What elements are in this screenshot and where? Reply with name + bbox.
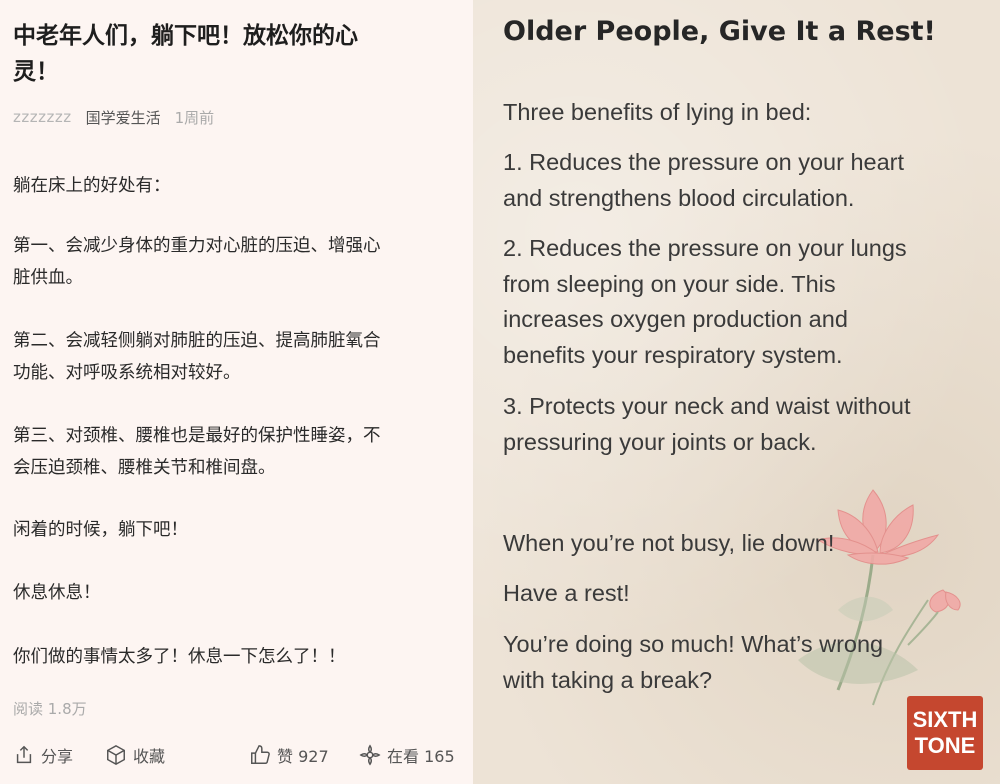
flower-icon — [359, 744, 381, 766]
closing-line-part: with taking a break? — [503, 666, 713, 693]
paragraph: 第三、对颈椎、腰椎也是最好的保护性睡姿，不 会压迫颈椎、腰椎关节和椎间盘。 — [13, 420, 463, 484]
publish-time: 1周前 — [174, 108, 215, 127]
benefit-line: 2. Reduces the pressure on your lungs — [503, 235, 907, 261]
favorite-label: 收藏 — [133, 747, 166, 766]
benefit-line: and strengthens blood circulation. — [503, 184, 855, 211]
benefit-item: 1. Reduces the pressure on your heart an… — [503, 145, 973, 216]
watching-label: 在看 165 — [387, 747, 455, 766]
benefit-item: 3. Protects your neck and waist without … — [503, 389, 973, 460]
read-count: 阅读 1.8万 — [13, 700, 87, 718]
poster-title: Older People, Give It a Rest! — [503, 16, 936, 47]
paragraph: 休息休息！ — [13, 577, 463, 609]
article-meta: zzzzzzz 国学爱生活 1周前 — [13, 106, 214, 128]
logo-text: SIXTH — [912, 707, 978, 732]
paragraph-line: 第三、对颈椎、腰椎也是最好的保护性睡姿，不 — [13, 426, 381, 446]
paragraph-line: 躺在床上的好处有： — [13, 176, 171, 196]
article-title-line: 中老年人们，躺下吧！放松你的心 — [13, 23, 358, 49]
paragraph-line: 休息休息！ — [13, 583, 101, 603]
paragraph: 躺在床上的好处有： — [13, 170, 463, 202]
benefit-line: pressuring your joints or back. — [503, 428, 817, 455]
article-title: 中老年人们，躺下吧！放松你的心 灵！ — [13, 18, 433, 90]
benefit-item: 2. Reduces the pressure on your lungs fr… — [503, 231, 973, 373]
benefit-line: from sleeping on your side. This — [503, 270, 836, 297]
share-icon — [16, 745, 32, 764]
benefit-line: 3. Protects your neck and waist without — [503, 393, 911, 419]
thumbs-up-icon — [251, 745, 270, 764]
paragraph-line: 第二、会减轻侧躺对肺脏的压迫、提高肺脏氧合 — [13, 331, 381, 351]
logo-text: TONE — [914, 733, 976, 758]
paragraph: 闲着的时候，躺下吧！ — [13, 514, 463, 546]
watching-button[interactable]: 在看 165 — [359, 740, 455, 770]
share-button[interactable]: 分享 — [13, 740, 73, 770]
like-button[interactable]: 赞 927 — [249, 740, 329, 770]
article-panel: 中老年人们，躺下吧！放松你的心 灵！ zzzzzzz 国学爱生活 1周前 躺在床… — [0, 0, 473, 784]
benefit-line: benefits your respiratory system. — [503, 341, 843, 368]
paragraph: 第二、会减轻侧躺对肺脏的压迫、提高肺脏氧合 功能、对呼吸系统相对较好。 — [13, 325, 463, 389]
closing-line: You’re doing so much! What’s wrong with … — [503, 627, 973, 698]
paragraph-line: 功能、对呼吸系统相对较好。 — [13, 363, 241, 383]
paragraph: 你们做的事情太多了！休息一下怎么了！！ — [13, 641, 463, 673]
article-title-line: 灵！ — [13, 59, 59, 85]
favorite-button[interactable]: 收藏 — [105, 740, 165, 770]
action-bar: 分享 收藏 赞 927 在看 165 — [13, 740, 463, 770]
paragraph: 第一、会减少身体的重力对心脏的压迫、增强心 脏供血。 — [13, 230, 463, 294]
poster-intro: Three benefits of lying in bed: — [503, 99, 812, 125]
paragraph-line: 你们做的事情太多了！休息一下怎么了！！ — [13, 647, 346, 667]
sixth-tone-logo: SIXTH TONE — [907, 696, 983, 770]
like-label: 赞 927 — [277, 747, 329, 766]
closing-line: When you’re not busy, lie down! — [503, 530, 835, 556]
share-label: 分享 — [41, 747, 74, 766]
benefit-line: 1. Reduces the pressure on your heart — [503, 149, 905, 175]
cube-icon — [107, 744, 125, 766]
closing-line: Have a rest! — [503, 580, 630, 606]
paragraph-line: 第一、会减少身体的重力对心脏的压迫、增强心 — [13, 236, 381, 256]
account-name[interactable]: 国学爱生活 — [86, 107, 161, 128]
translation-poster: Older People, Give It a Rest! Three bene… — [473, 0, 1000, 784]
paragraph-line: 脏供血。 — [13, 268, 83, 288]
author-name[interactable]: zzzzzzz — [13, 108, 72, 126]
benefit-line: increases oxygen production and — [503, 306, 848, 332]
closing-line-part: You’re doing so much! What’s wrong — [503, 631, 884, 657]
paragraph-line: 闲着的时候，躺下吧！ — [13, 520, 188, 540]
paragraph-line: 会压迫颈椎、腰椎关节和椎间盘。 — [13, 458, 276, 478]
